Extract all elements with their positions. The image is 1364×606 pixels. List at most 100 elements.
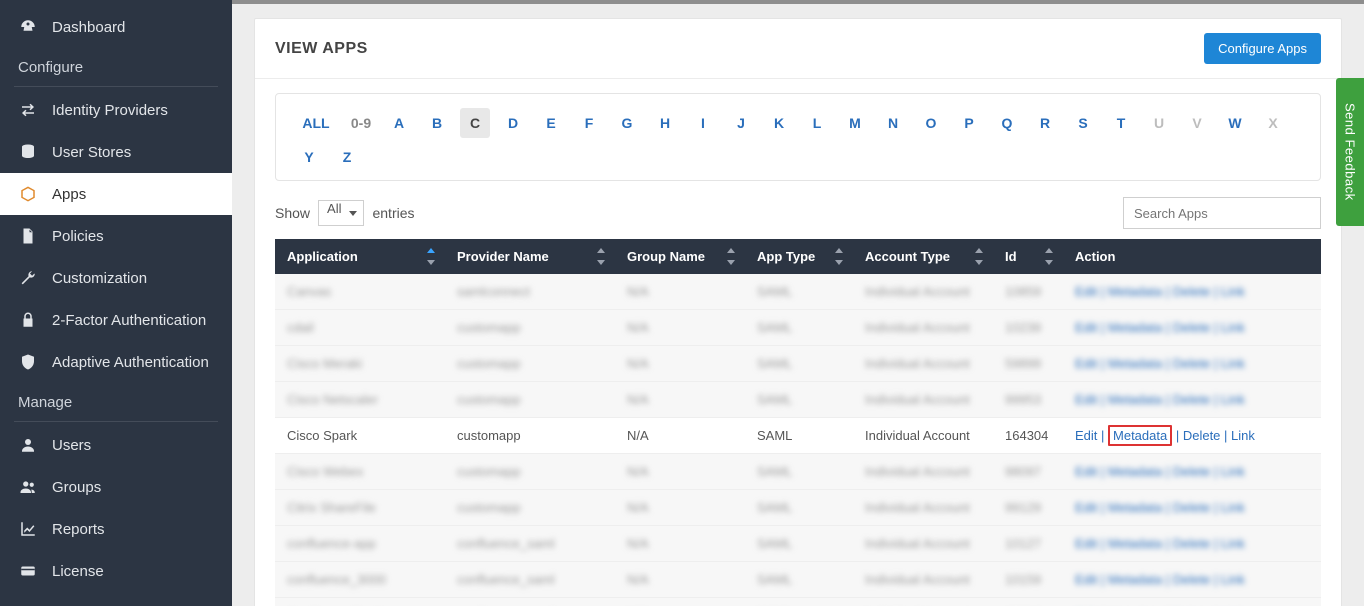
sidebar-item-user-stores[interactable]: User Stores bbox=[0, 131, 232, 173]
action-edit[interactable]: Edit bbox=[1075, 392, 1097, 407]
search-input[interactable] bbox=[1123, 197, 1321, 229]
action-delete[interactable]: Delete bbox=[1173, 320, 1211, 335]
action-edit[interactable]: Edit bbox=[1075, 320, 1097, 335]
action-cell: Edit | Metadata | Delete | Link bbox=[1063, 310, 1321, 346]
action-metadata[interactable]: Metadata bbox=[1108, 356, 1162, 371]
table-row: CanvassamlconnectN/ASAMLIndividual Accou… bbox=[275, 274, 1321, 310]
action-link[interactable]: Link bbox=[1221, 464, 1245, 479]
sidebar-item-apps[interactable]: Apps bbox=[0, 173, 232, 215]
alpha-filter-n[interactable]: N bbox=[878, 108, 908, 138]
action-delete[interactable]: Delete bbox=[1183, 428, 1221, 443]
separator: | bbox=[1162, 536, 1173, 551]
cell: 19128 bbox=[993, 598, 1063, 606]
sidebar-item-license[interactable]: License bbox=[0, 550, 232, 592]
sidebar-item-2fa[interactable]: 2-Factor Authentication bbox=[0, 299, 232, 341]
action-delete[interactable]: Delete bbox=[1173, 500, 1211, 515]
sidebar-item-identity-providers[interactable]: Identity Providers bbox=[0, 89, 232, 131]
alpha-filter-f[interactable]: F bbox=[574, 108, 604, 138]
sidebar-item-dashboard[interactable]: Dashboard bbox=[0, 6, 232, 48]
alpha-filter-k[interactable]: K bbox=[764, 108, 794, 138]
separator: | bbox=[1210, 284, 1221, 299]
alpha-filter-r[interactable]: R bbox=[1030, 108, 1060, 138]
col-group[interactable]: Group Name bbox=[615, 239, 745, 274]
action-edit[interactable]: Edit bbox=[1075, 500, 1097, 515]
alpha-filter-s[interactable]: S bbox=[1068, 108, 1098, 138]
cell: N/A bbox=[615, 454, 745, 490]
alpha-filter-p[interactable]: P bbox=[954, 108, 984, 138]
alpha-filter-a[interactable]: A bbox=[384, 108, 414, 138]
sidebar-item-groups[interactable]: Groups bbox=[0, 466, 232, 508]
action-delete[interactable]: Delete bbox=[1173, 284, 1211, 299]
alpha-filter-d[interactable]: D bbox=[498, 108, 528, 138]
action-metadata[interactable]: Metadata bbox=[1108, 536, 1162, 551]
action-link[interactable]: Link bbox=[1221, 500, 1245, 515]
col-application[interactable]: Application bbox=[275, 239, 445, 274]
action-metadata[interactable]: Metadata bbox=[1108, 392, 1162, 407]
action-link[interactable]: Link bbox=[1221, 320, 1245, 335]
action-edit[interactable]: Edit bbox=[1075, 284, 1097, 299]
action-metadata[interactable]: Metadata bbox=[1108, 320, 1162, 335]
sidebar-item-reports[interactable]: Reports bbox=[0, 508, 232, 550]
action-link[interactable]: Link bbox=[1221, 572, 1245, 587]
entries-select[interactable]: All bbox=[318, 200, 364, 226]
panel-header: VIEW APPS Configure Apps bbox=[255, 19, 1341, 79]
alpha-filter-num[interactable]: 0-9 bbox=[346, 108, 376, 138]
alpha-filter-q[interactable]: Q bbox=[992, 108, 1022, 138]
sidebar-item-adaptive-auth[interactable]: Adaptive Authentication bbox=[0, 341, 232, 383]
configure-apps-button[interactable]: Configure Apps bbox=[1204, 33, 1321, 64]
action-delete[interactable]: Delete bbox=[1173, 392, 1211, 407]
apps-panel: VIEW APPS Configure Apps ALL0-9ABCDEFGHI… bbox=[254, 18, 1342, 606]
alpha-filter-all[interactable]: ALL bbox=[294, 108, 338, 138]
cell: customapp bbox=[445, 454, 615, 490]
action-link[interactable]: Link bbox=[1221, 392, 1245, 407]
alpha-filter-h[interactable]: H bbox=[650, 108, 680, 138]
action-metadata[interactable]: Metadata bbox=[1108, 425, 1172, 446]
col-provider[interactable]: Provider Name bbox=[445, 239, 615, 274]
col-apptype[interactable]: App Type bbox=[745, 239, 853, 274]
action-edit[interactable]: Edit bbox=[1075, 536, 1097, 551]
action-link[interactable]: Link bbox=[1221, 284, 1245, 299]
action-metadata[interactable]: Metadata bbox=[1108, 464, 1162, 479]
alpha-filter-y[interactable]: Y bbox=[294, 142, 324, 172]
separator: | bbox=[1097, 392, 1108, 407]
cell: SAML bbox=[745, 598, 853, 606]
action-edit[interactable]: Edit bbox=[1075, 428, 1097, 443]
action-delete[interactable]: Delete bbox=[1173, 572, 1211, 587]
table-row: Citrix ShareFilecustomappN/ASAMLIndividu… bbox=[275, 490, 1321, 526]
col-id[interactable]: Id bbox=[993, 239, 1063, 274]
action-edit[interactable]: Edit bbox=[1075, 356, 1097, 371]
action-link[interactable]: Link bbox=[1221, 356, 1245, 371]
action-metadata[interactable]: Metadata bbox=[1108, 284, 1162, 299]
sidebar-item-label: Apps bbox=[52, 186, 86, 203]
sidebar-item-policies[interactable]: Policies bbox=[0, 215, 232, 257]
action-metadata[interactable]: Metadata bbox=[1108, 500, 1162, 515]
alpha-filter-b[interactable]: B bbox=[422, 108, 452, 138]
action-link[interactable]: Link bbox=[1231, 428, 1255, 443]
action-link[interactable]: Link bbox=[1221, 536, 1245, 551]
alpha-filter-j[interactable]: J bbox=[726, 108, 756, 138]
alpha-filter-w[interactable]: W bbox=[1220, 108, 1250, 138]
alpha-filter-o[interactable]: O bbox=[916, 108, 946, 138]
send-feedback-tab[interactable]: Send Feedback bbox=[1336, 78, 1364, 226]
alpha-filter-c[interactable]: C bbox=[460, 108, 490, 138]
sidebar-item-label: Policies bbox=[52, 228, 104, 245]
action-delete[interactable]: Delete bbox=[1173, 356, 1211, 371]
alpha-filter-i[interactable]: I bbox=[688, 108, 718, 138]
sidebar-item-users[interactable]: Users bbox=[0, 424, 232, 466]
action-delete[interactable]: Delete bbox=[1173, 536, 1211, 551]
action-edit[interactable]: Edit bbox=[1075, 572, 1097, 587]
table-row: confluence-appconfluence_samlN/ASAMLIndi… bbox=[275, 526, 1321, 562]
alpha-filter-z[interactable]: Z bbox=[332, 142, 362, 172]
alpha-filter-t[interactable]: T bbox=[1106, 108, 1136, 138]
alpha-filter-m[interactable]: M bbox=[840, 108, 870, 138]
col-accounttype[interactable]: Account Type bbox=[853, 239, 993, 274]
alpha-filter-l[interactable]: L bbox=[802, 108, 832, 138]
alpha-filter-e[interactable]: E bbox=[536, 108, 566, 138]
action-metadata[interactable]: Metadata bbox=[1108, 572, 1162, 587]
content: VIEW APPS Configure Apps ALL0-9ABCDEFGHI… bbox=[232, 4, 1364, 606]
action-edit[interactable]: Edit bbox=[1075, 464, 1097, 479]
alpha-filter-g[interactable]: G bbox=[612, 108, 642, 138]
action-delete[interactable]: Delete bbox=[1173, 464, 1211, 479]
cell: SAML bbox=[745, 310, 853, 346]
sidebar-item-customization[interactable]: Customization bbox=[0, 257, 232, 299]
